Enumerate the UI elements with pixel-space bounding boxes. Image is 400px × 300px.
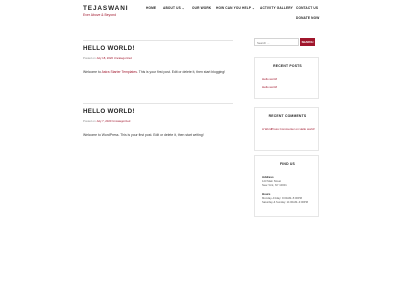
address-line: New York, NY 10001 (262, 183, 287, 187)
post-meta: Posted on July 7, 2020 Uncategorized (83, 119, 131, 123)
widget-title: RECENT POSTS (273, 64, 302, 68)
post-category-link[interactable]: Uncategorized (112, 119, 130, 123)
recent-comment: A WordPress Commenter on Hello world! (262, 127, 315, 131)
nav-item-activity-gallery[interactable]: ACTIVITY GALLERY (260, 6, 293, 10)
widget-title: FIND US (280, 162, 295, 166)
post-divider (83, 103, 233, 104)
site-tagline: Ever Above & Beyond (83, 13, 116, 17)
search-button[interactable]: SEARCH (300, 38, 315, 46)
chevron-down-icon: ⌄ (181, 6, 185, 10)
comment-author-link[interactable]: A WordPress Commenter (262, 127, 295, 131)
chevron-down-icon: ⌄ (252, 6, 255, 10)
find-us-widget: FIND US Address 123 Main Street New York… (254, 155, 319, 217)
hours-line: Saturday & Sunday: 11:00AM–3:00PM (262, 200, 308, 204)
astra-templates-link[interactable]: Astra Starter Templates (102, 70, 137, 74)
search-input[interactable] (254, 38, 299, 46)
nav-item-about-us[interactable]: ABOUT US ⌄ (163, 6, 185, 10)
recent-post-link[interactable]: Hello world! (262, 85, 277, 89)
hours-label: Hours (262, 192, 271, 196)
hours-line: Monday–Friday: 9:00AM–5:00PM (262, 196, 303, 200)
recent-posts-widget: RECENT POSTS Hello world! Hello world! (254, 57, 319, 99)
post-title[interactable]: HELLO WORLD! (83, 45, 135, 52)
address-line: 123 Main Street (262, 179, 281, 183)
site-header: TEJASWANI Ever Above & Beyond HOME ABOUT… (0, 0, 400, 30)
recent-post-link[interactable]: Hello world! (262, 77, 277, 81)
address-label: Address (262, 175, 274, 179)
nav-item-how-can-you-help[interactable]: HOW CAN YOU HELP ⌄ (216, 6, 255, 10)
post-excerpt: Welcome to Astra Starter Templates. This… (83, 70, 226, 74)
site-title[interactable]: TEJASWANI (83, 5, 128, 12)
comment-post-link[interactable]: Hello world! (300, 127, 315, 131)
widget-title: RECENT COMMENTS (268, 114, 307, 118)
nav-item-contact-us[interactable]: CONTACT US (296, 6, 318, 10)
nav-item-home[interactable]: HOME (146, 6, 156, 10)
post-date-link[interactable]: July 7, 2020 (96, 119, 111, 123)
recent-comments-widget: RECENT COMMENTS A WordPress Commenter on… (254, 107, 319, 151)
post-title[interactable]: HELLO WORLD! (83, 108, 135, 115)
donate-now-link[interactable]: DONATE NOW (296, 16, 319, 20)
nav-item-our-work[interactable]: OUR WORK (192, 6, 211, 10)
post-meta: Posted on July 18, 2020 Uncategorized (83, 56, 132, 60)
post-divider (83, 40, 233, 41)
post-date-link[interactable]: July 18, 2020 (96, 56, 113, 60)
post-excerpt: Welcome to WordPress. This is your first… (83, 133, 204, 137)
post-category-link[interactable]: Uncategorized (114, 56, 132, 60)
